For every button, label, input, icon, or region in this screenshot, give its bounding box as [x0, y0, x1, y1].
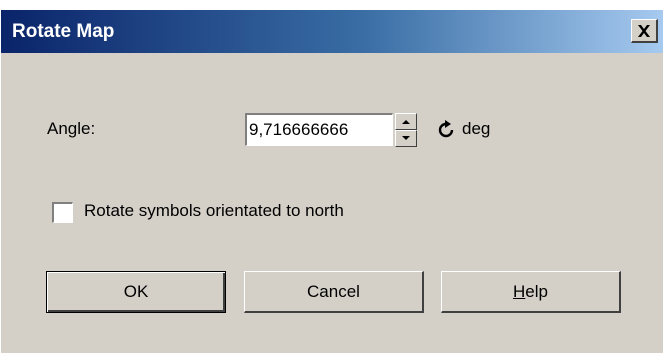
- spin-down-button[interactable]: [395, 130, 417, 147]
- rotate-symbols-label[interactable]: Rotate symbols orientated to north: [84, 200, 344, 222]
- angle-input[interactable]: [245, 113, 393, 146]
- ok-button[interactable]: OK: [46, 271, 226, 313]
- cancel-button[interactable]: Cancel: [244, 271, 424, 313]
- angle-label: Angle:: [47, 119, 96, 138]
- angle-unit: deg: [462, 119, 491, 138]
- ok-button-label: OK: [123, 282, 149, 301]
- window-title: Rotate Map: [12, 21, 115, 42]
- help-button-label: Help: [513, 282, 548, 302]
- help-button[interactable]: Help: [441, 271, 621, 313]
- rotate-map-dialog: Rotate Map Angle: deg Rotate symbols ori…: [0, 10, 663, 353]
- rotate-clockwise-icon: [438, 120, 454, 138]
- spin-up-button[interactable]: [395, 113, 417, 130]
- close-button[interactable]: [631, 19, 658, 43]
- cancel-button-label: Cancel: [307, 281, 360, 301]
- spin-down-icon: [402, 136, 410, 140]
- help-label-rest: elp: [525, 281, 548, 301]
- help-mnemonic: H: [513, 281, 526, 301]
- angle-spinner: [395, 113, 417, 147]
- title-bar[interactable]: Rotate Map: [1, 10, 663, 53]
- spin-up-icon: [402, 120, 410, 124]
- rotate-symbols-checkbox[interactable]: [52, 202, 73, 223]
- close-icon: [638, 24, 650, 37]
